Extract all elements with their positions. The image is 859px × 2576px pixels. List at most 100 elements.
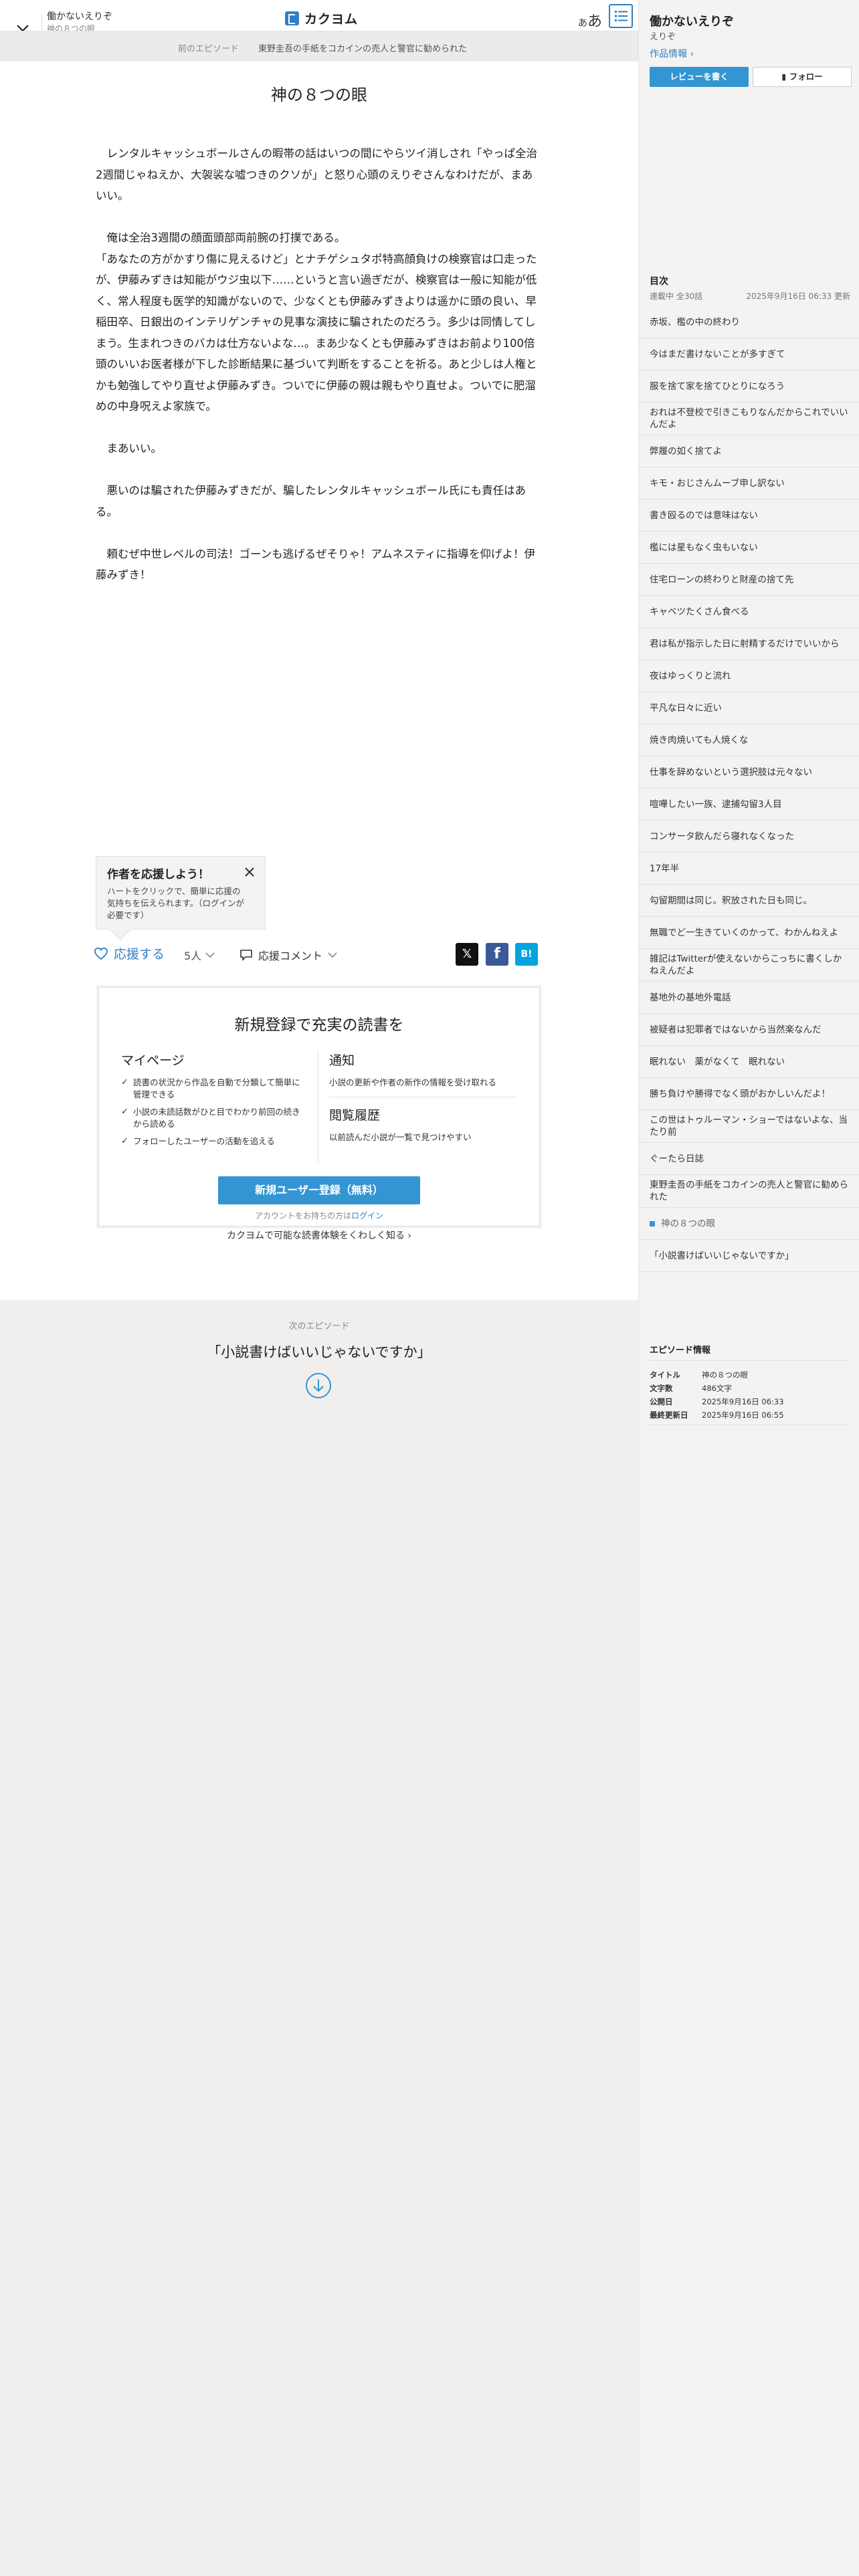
font-settings-button[interactable]: ああ: [578, 9, 602, 31]
toc-item[interactable]: 服を捨て家を捨てひとりになろう: [639, 370, 859, 403]
list-icon: [615, 11, 628, 21]
toc-item[interactable]: 雑記はTwitterが使えないからこっちに書くしかねえんだよ: [639, 949, 859, 982]
register-features: 通知 小説の更新や作者の新作の情報を受け取れる 閲覧履歴 以前読んだ小説が一覧で…: [329, 1051, 516, 1152]
prev-episode-label[interactable]: 前のエピソード: [178, 41, 239, 54]
toc-item[interactable]: 「小説書けばいいじゃないですか」: [639, 1240, 859, 1272]
episode-info-value: 神の８つの眼: [702, 1370, 748, 1380]
chevron-right-icon: ›: [690, 49, 694, 60]
history-heading: 閲覧履歴: [329, 1108, 381, 1123]
toc-item[interactable]: ぐーたら日誌: [639, 1143, 859, 1175]
register-button[interactable]: 新規ユーザー登録（無料）: [218, 1176, 420, 1204]
toc-item[interactable]: 焼き肉焼いても人焼くな: [639, 724, 859, 756]
episode-info-row: 公開日 2025年9月16日 06:33: [650, 1395, 849, 1408]
toc-item-label: 今はまだ書けないことが多すぎて: [650, 348, 785, 360]
toc-item-current[interactable]: 神の８つの眼: [639, 1208, 859, 1240]
login-link[interactable]: ログイン: [351, 1211, 383, 1220]
toc-item[interactable]: この世はトゥルーマン・ショーではないよな、当たり前: [639, 1110, 859, 1143]
episode-info-row: 最終更新日 2025年9月16日 06:55: [650, 1408, 849, 1422]
toc-item[interactable]: 君は私が指示した日に射精するだけでいいから: [639, 628, 859, 660]
toc-item-label: 無職でど一生きていくのかって、わかんねえよ: [650, 927, 839, 938]
toc-item[interactable]: 17年半: [639, 853, 859, 885]
toc-item-label: 17年半: [650, 863, 680, 874]
episode-info-value: 2025年9月16日 06:55: [702, 1410, 784, 1420]
toc-item[interactable]: 夜はゆっくりと流れ: [639, 660, 859, 692]
episode-info-key: 公開日: [650, 1397, 673, 1406]
register-panel: 新規登録で充実の読書を マイページ 読書の状況から作品を自動で分類して簡単に管理…: [98, 987, 540, 1241]
cheer-label: 応援する: [114, 947, 165, 962]
cheer-button[interactable]: 応援する: [94, 944, 165, 962]
mypage-item: 小説の未読話数がひと目でわかり前回の続きから読める: [121, 1106, 308, 1130]
toc-item[interactable]: 書き殴るのでは意味はない: [639, 500, 859, 532]
notice-heading: 通知: [329, 1053, 355, 1068]
body-paragraph: 俺は全治3週間の顔面頭部両前腕の打撲である。 「あなたの方がかすり傷に見えるけど…: [96, 231, 537, 413]
toc-item[interactable]: 仕事を辞めないという選択肢は元々ない: [639, 756, 859, 788]
toc-item[interactable]: おれは不登校で引きこもりなんだからこれでいいんだよ: [639, 403, 859, 435]
episode-reader: 神の８つの眼 レンタルキャッシュボールさんの暇帯の話はいつの間にやらツイ消しされ…: [0, 62, 638, 1300]
header-work-title[interactable]: 働かないえりぞ: [47, 9, 112, 23]
heart-icon: [94, 947, 108, 960]
next-episode-area: 次のエピソード 「小説書けばいいじゃないですか」: [0, 1300, 638, 1434]
toc-item[interactable]: 檻には星もなく虫もいない: [639, 532, 859, 564]
toc-item[interactable]: 平凡な日々に近い: [639, 692, 859, 724]
toc-item-label: 書き殴るのでは意味はない: [650, 510, 758, 521]
sidebar-work-title[interactable]: 働かないえりぞ: [650, 12, 734, 29]
cheer-comment-button[interactable]: 応援コメント: [240, 947, 337, 963]
register-title: 新規登録で充実の読書を: [234, 1016, 404, 1034]
toc-item-label: 勝ち負けや勝得でなく頭がおかしいんだよ！: [650, 1088, 830, 1099]
toc-item-label: キモ・おじさんムーブ申し訳ない: [650, 477, 785, 489]
follow-button[interactable]: ▮ フォロー: [753, 67, 852, 87]
bookmark-icon: ▮: [781, 72, 787, 82]
arrow-down-circle-icon[interactable]: [305, 1372, 332, 1399]
episode-title: 神の８つの眼: [271, 86, 367, 104]
episode-info-value: 486文字: [702, 1384, 732, 1393]
kakuyomu-logo[interactable]: カクヨム: [285, 7, 358, 29]
share-facebook-icon[interactable]: f: [486, 943, 508, 966]
learn-more-link[interactable]: カクヨムで可能な読書体験をくわしく知る ›: [99, 1228, 539, 1242]
toc-item[interactable]: 住宅ローンの終わりと財産の捨て先: [639, 564, 859, 596]
body-paragraph: 頼むぜ中世レベルの司法！ゴーンも逃げるぜそりゃ！アムネスティに指導を仰げよ！伊藤…: [96, 547, 536, 582]
toc-item[interactable]: 東野圭吾の手紙をコカインの売人と警官に勧められた: [639, 1175, 859, 1208]
toc-item-label: 被疑者は犯罪者ではないから当然楽なんだ: [650, 1024, 822, 1035]
work-info-link[interactable]: 作品情報 ›: [650, 47, 694, 60]
sidebar-author[interactable]: えりぞ: [650, 29, 676, 42]
current-marker-icon: [650, 1220, 655, 1226]
toc-item[interactable]: 赤坂、檻の中の終わり: [639, 306, 859, 338]
toc-item[interactable]: 基地外の基地外電話: [639, 982, 859, 1014]
toc-item[interactable]: キモ・おじさんムーブ申し訳ない: [639, 467, 859, 500]
toc-item[interactable]: 無職でど一生きていくのかって、わかんねえよ: [639, 917, 859, 949]
toc-item[interactable]: コンサータ飲んだら寝れなくなった: [639, 821, 859, 853]
toc-item-label: 東野圭吾の手紙をコカインの売人と警官に勧められた: [650, 1180, 848, 1202]
toc-item[interactable]: 眠れない 薬がなくて 眠れない: [639, 1046, 859, 1078]
toc-item-label: 赤坂、檻の中の終わり: [650, 316, 740, 328]
font-button-label: あ: [587, 13, 603, 30]
toc-item[interactable]: 今はまだ書けないことが多すぎて: [639, 338, 859, 370]
work-info-label: 作品情報: [650, 49, 687, 60]
toc-item[interactable]: 勝ち負けや勝得でなく頭がおかしいんだよ！: [639, 1078, 859, 1110]
toc-item[interactable]: キャベツたくさん食べる: [639, 596, 859, 628]
toc-status: 連載中 全30話: [650, 292, 703, 301]
share-hatena-icon[interactable]: B!: [515, 943, 538, 966]
episode-info-row: タイトル 神の８つの眼: [650, 1368, 849, 1382]
register-mypage: マイページ 読書の状況から作品を自動で分類して簡単に管理できる 小説の未読話数が…: [121, 1051, 308, 1153]
logo-text: カクヨム: [304, 11, 359, 27]
toc-toggle-button[interactable]: [609, 4, 633, 28]
toc-item[interactable]: 勾留期間は同じ。釈放された日も同じ。: [639, 885, 859, 917]
mypage-item: 読書の状況から作品を自動で分類して簡単に管理できる: [121, 1077, 308, 1101]
toc-item-label: 君は私が指示した日に射精するだけでいいから: [650, 638, 840, 649]
toc-item[interactable]: 被疑者は犯罪者ではないから当然楽なんだ: [639, 1014, 859, 1046]
toc-item-label: 神の８つの眼: [661, 1218, 715, 1229]
share-x-icon[interactable]: 𝕏: [456, 943, 478, 966]
write-review-button[interactable]: レビューを書く: [650, 67, 749, 87]
toc-item[interactable]: 喧嘩したい一族、逮捕勾留3人目: [639, 788, 859, 821]
close-icon[interactable]: [244, 866, 256, 878]
comment-label: 応援コメント: [258, 950, 323, 962]
episode-info-key: タイトル: [650, 1370, 680, 1380]
cheer-count-button[interactable]: 5人: [184, 947, 215, 963]
toc-item[interactable]: 弊履の如く捨てよ: [639, 435, 859, 467]
prev-episode-link[interactable]: 東野圭吾の手紙をコカインの売人と警官に勧められた: [258, 41, 467, 54]
toc-item-label: 平凡な日々に近い: [650, 702, 722, 714]
next-episode-title[interactable]: 「小説書けばいいじゃないですか」: [0, 1341, 638, 1362]
notice-text: 小説の更新や作者の新作の情報を受け取れる: [329, 1077, 497, 1087]
episode-info-row: 文字数 486文字: [650, 1382, 849, 1395]
